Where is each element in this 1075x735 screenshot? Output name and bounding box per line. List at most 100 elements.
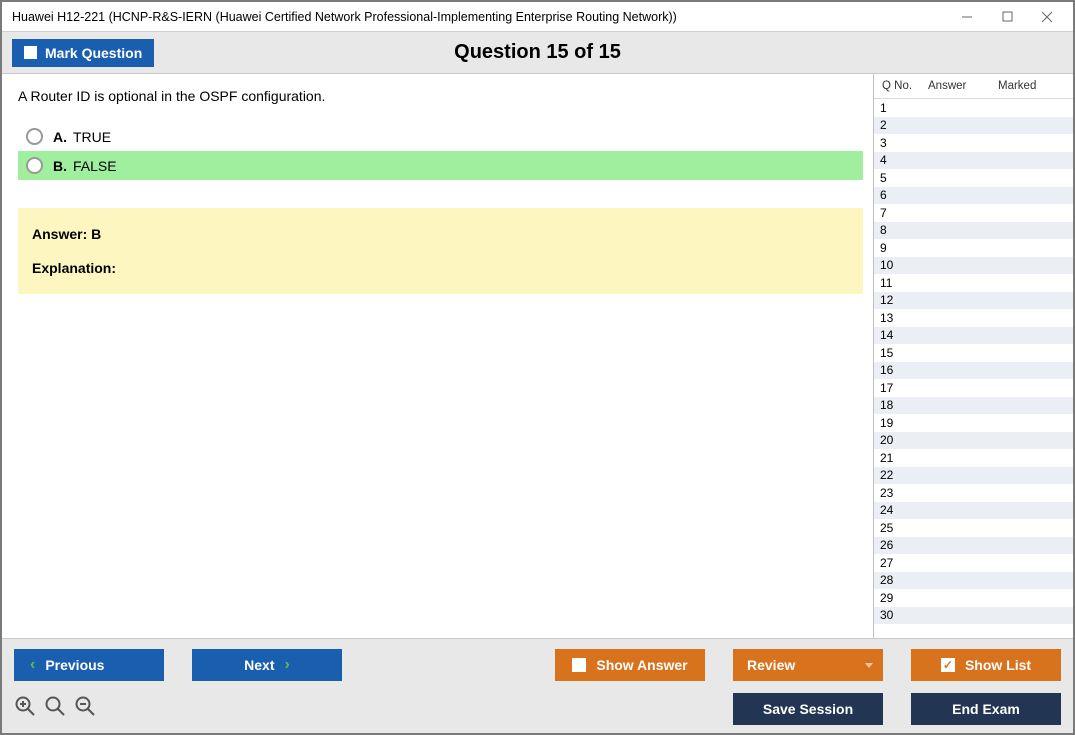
list-qno: 27 xyxy=(874,556,924,570)
list-item[interactable]: 21 xyxy=(874,449,1073,467)
radio-icon xyxy=(26,157,43,174)
next-label: Next xyxy=(244,657,274,673)
chevron-right-icon: › xyxy=(285,656,290,674)
option-letter: B. xyxy=(53,158,67,174)
list-item[interactable]: 26 xyxy=(874,537,1073,555)
list-item[interactable]: 2 xyxy=(874,117,1073,135)
chevron-left-icon: ‹ xyxy=(30,656,35,674)
list-item[interactable]: 4 xyxy=(874,152,1073,170)
list-qno: 28 xyxy=(874,573,924,587)
close-button[interactable] xyxy=(1027,3,1067,31)
list-qno: 29 xyxy=(874,591,924,605)
app-window: Huawei H12-221 (HCNP-R&S-IERN (Huawei Ce… xyxy=(0,0,1075,735)
list-item[interactable]: 3 xyxy=(874,134,1073,152)
list-item[interactable]: 10 xyxy=(874,257,1073,275)
footer: ‹ Previous Next › Show Answer Review ✓ S… xyxy=(2,638,1073,733)
mark-question-label: Mark Question xyxy=(45,45,142,61)
list-item[interactable]: 6 xyxy=(874,187,1073,205)
list-item[interactable]: 1 xyxy=(874,99,1073,117)
options-list: A.TRUEB.FALSE xyxy=(18,122,863,180)
list-qno: 14 xyxy=(874,328,924,342)
answer-line: Answer: B xyxy=(32,226,849,242)
show-list-checkbox-icon: ✓ xyxy=(941,658,955,672)
main-area: A Router ID is optional in the OSPF conf… xyxy=(2,74,1073,638)
list-item[interactable]: 8 xyxy=(874,222,1073,240)
list-qno: 24 xyxy=(874,503,924,517)
maximize-button[interactable] xyxy=(987,3,1027,31)
window-controls xyxy=(947,3,1067,31)
list-item[interactable]: 23 xyxy=(874,484,1073,502)
list-qno: 1 xyxy=(874,101,924,115)
list-item[interactable]: 22 xyxy=(874,467,1073,485)
question-pane: A Router ID is optional in the OSPF conf… xyxy=(2,74,873,638)
review-button[interactable]: Review xyxy=(733,649,883,681)
option-row[interactable]: B.FALSE xyxy=(18,151,863,180)
end-exam-label: End Exam xyxy=(952,701,1020,717)
footer-row-1: ‹ Previous Next › Show Answer Review ✓ S… xyxy=(14,649,1061,681)
zoom-out-icon[interactable] xyxy=(74,695,96,723)
list-body[interactable]: 1234567891011121314151617181920212223242… xyxy=(874,98,1073,638)
list-qno: 10 xyxy=(874,258,924,272)
show-list-button[interactable]: ✓ Show List xyxy=(911,649,1061,681)
footer-row-2: Save Session End Exam xyxy=(14,693,1061,725)
list-qno: 4 xyxy=(874,153,924,167)
list-qno: 20 xyxy=(874,433,924,447)
chevron-down-icon xyxy=(865,663,873,668)
list-item[interactable]: 18 xyxy=(874,397,1073,415)
list-item[interactable]: 17 xyxy=(874,379,1073,397)
question-text: A Router ID is optional in the OSPF conf… xyxy=(18,88,863,104)
option-row[interactable]: A.TRUE xyxy=(18,122,863,151)
list-item[interactable]: 9 xyxy=(874,239,1073,257)
question-list-pane: Q No. Answer Marked 12345678910111213141… xyxy=(873,74,1073,638)
header-answer: Answer xyxy=(928,80,998,92)
save-session-button[interactable]: Save Session xyxy=(733,693,883,725)
list-item[interactable]: 25 xyxy=(874,519,1073,537)
list-item[interactable]: 11 xyxy=(874,274,1073,292)
list-qno: 11 xyxy=(874,276,924,290)
show-answer-button[interactable]: Show Answer xyxy=(555,649,705,681)
list-qno: 9 xyxy=(874,241,924,255)
list-item[interactable]: 30 xyxy=(874,607,1073,625)
list-qno: 8 xyxy=(874,223,924,237)
list-item[interactable]: 27 xyxy=(874,554,1073,572)
list-qno: 30 xyxy=(874,608,924,622)
list-qno: 23 xyxy=(874,486,924,500)
list-item[interactable]: 19 xyxy=(874,414,1073,432)
list-item[interactable]: 16 xyxy=(874,362,1073,380)
mark-question-button[interactable]: Mark Question xyxy=(12,39,154,67)
list-qno: 25 xyxy=(874,521,924,535)
list-item[interactable]: 20 xyxy=(874,432,1073,450)
list-qno: 3 xyxy=(874,136,924,150)
list-qno: 5 xyxy=(874,171,924,185)
list-qno: 17 xyxy=(874,381,924,395)
list-item[interactable]: 14 xyxy=(874,327,1073,345)
list-item[interactable]: 13 xyxy=(874,309,1073,327)
header-marked: Marked xyxy=(998,80,1069,92)
list-item[interactable]: 29 xyxy=(874,589,1073,607)
list-qno: 12 xyxy=(874,293,924,307)
list-item[interactable]: 24 xyxy=(874,502,1073,520)
list-qno: 6 xyxy=(874,188,924,202)
list-item[interactable]: 15 xyxy=(874,344,1073,362)
header-qno: Q No. xyxy=(878,80,928,92)
zoom-reset-icon[interactable] xyxy=(44,695,66,723)
list-item[interactable]: 7 xyxy=(874,204,1073,222)
minimize-button[interactable] xyxy=(947,3,987,31)
previous-button[interactable]: ‹ Previous xyxy=(14,649,164,681)
radio-icon xyxy=(26,128,43,145)
explanation-label: Explanation: xyxy=(32,260,849,276)
list-qno: 26 xyxy=(874,538,924,552)
mark-checkbox-icon xyxy=(24,46,37,59)
review-label: Review xyxy=(747,657,795,673)
show-answer-label: Show Answer xyxy=(596,657,687,673)
titlebar: Huawei H12-221 (HCNP-R&S-IERN (Huawei Ce… xyxy=(2,2,1073,32)
list-item[interactable]: 5 xyxy=(874,169,1073,187)
next-button[interactable]: Next › xyxy=(192,649,342,681)
window-title: Huawei H12-221 (HCNP-R&S-IERN (Huawei Ce… xyxy=(12,10,947,24)
list-qno: 19 xyxy=(874,416,924,430)
show-list-label: Show List xyxy=(965,657,1031,673)
list-item[interactable]: 28 xyxy=(874,572,1073,590)
end-exam-button[interactable]: End Exam xyxy=(911,693,1061,725)
zoom-in-icon[interactable] xyxy=(14,695,36,723)
list-item[interactable]: 12 xyxy=(874,292,1073,310)
